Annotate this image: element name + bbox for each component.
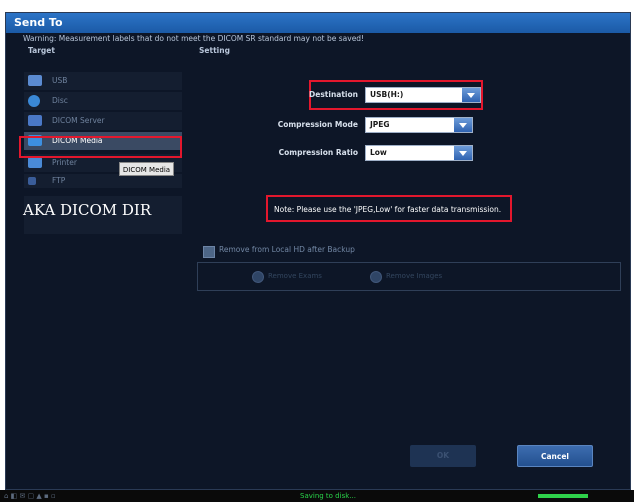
target-item-label: USB: [52, 76, 68, 85]
status-text: Saving to disk...: [300, 492, 356, 500]
destination-label: Destination: [309, 90, 358, 99]
compression-ratio-dropdown[interactable]: Low: [365, 145, 473, 161]
server-icon: [28, 115, 42, 126]
dialog-title: Send To: [6, 13, 630, 33]
remove-local-checkbox[interactable]: [203, 246, 215, 258]
target-item-label: Disc: [52, 96, 68, 105]
status-tray-icons: ⌂ ◧ ✉ ▢ ▲ ▪ ▫: [4, 492, 56, 500]
status-bar: ⌂ ◧ ✉ ▢ ▲ ▪ ▫ Saving to disk...: [0, 490, 634, 502]
remove-exams-label: Remove Exams: [268, 272, 322, 280]
warning-message: Warning: Measurement labels that do not …: [23, 34, 365, 43]
target-item-usb[interactable]: USB: [24, 72, 182, 90]
setting-heading: Setting: [199, 46, 230, 55]
ok-button[interactable]: OK: [410, 445, 476, 467]
progress-bar: [538, 494, 588, 498]
disc-icon: [28, 95, 40, 107]
ftp-icon: [28, 177, 36, 185]
target-item-label: FTP: [52, 176, 66, 185]
target-item-disc[interactable]: Disc: [24, 92, 182, 110]
compression-mode-dropdown[interactable]: JPEG: [365, 117, 473, 133]
compression-ratio-value: Low: [370, 148, 387, 157]
progress-fill: [538, 494, 588, 498]
chevron-down-icon[interactable]: [454, 146, 472, 160]
compression-mode-value: JPEG: [370, 120, 390, 129]
compression-ratio-label: Compression Ratio: [278, 148, 358, 157]
tooltip: DICOM Media: [119, 162, 174, 176]
cancel-button[interactable]: Cancel: [517, 445, 593, 467]
remove-images-label: Remove Images: [386, 272, 443, 280]
chevron-down-icon[interactable]: [454, 118, 472, 132]
target-item-dicom-server[interactable]: DICOM Server: [24, 112, 182, 130]
remove-exams-radio[interactable]: [252, 271, 264, 283]
usb-icon: [28, 75, 42, 86]
compression-mode-label: Compression Mode: [277, 120, 358, 129]
annotation-text: AKA DICOM DIR: [23, 201, 152, 219]
target-item-label: DICOM Server: [52, 116, 105, 125]
dicom-media-highlight: [19, 136, 182, 158]
note-text: Note: Please use the 'JPEG,Low' for fast…: [274, 205, 502, 214]
target-heading: Target: [28, 46, 55, 55]
chevron-down-icon[interactable]: [462, 88, 480, 102]
destination-value: USB(H:): [370, 90, 404, 99]
printer-icon: [28, 157, 42, 168]
remove-local-label: Remove from Local HD after Backup: [219, 245, 355, 254]
remove-images-radio[interactable]: [370, 271, 382, 283]
destination-dropdown[interactable]: USB(H:): [365, 87, 481, 103]
